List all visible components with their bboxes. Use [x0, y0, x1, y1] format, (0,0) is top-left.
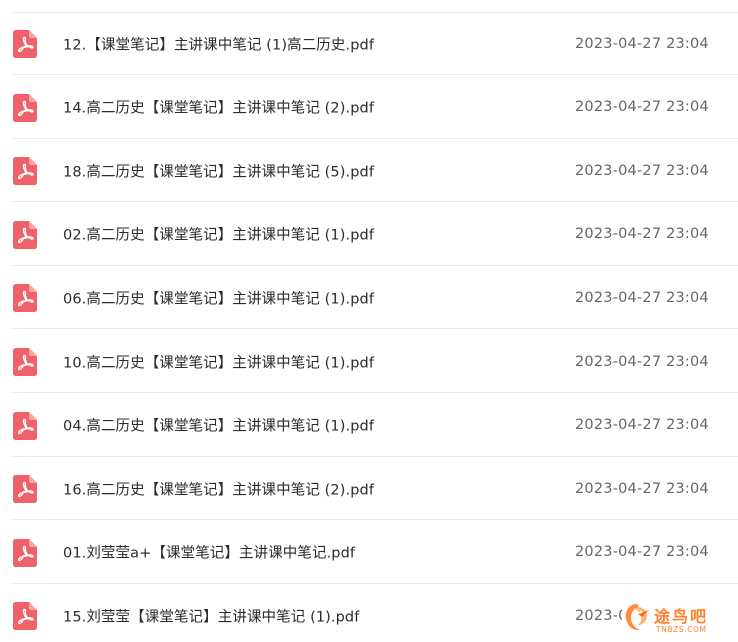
file-row[interactable]: 06.高二历史【课堂笔记】主讲课中笔记 (1).pdf 2023-04-27 23… — [0, 266, 738, 330]
pdf-file-icon — [13, 348, 37, 376]
file-modified-date: 2023-04-27 23:04 — [575, 417, 709, 434]
file-name[interactable]: 15.刘莹莹【课堂笔记】主讲课中笔记 (1).pdf — [63, 605, 359, 626]
pdf-file-icon — [13, 93, 37, 122]
watermark-subtext: TNBZS.COM — [656, 625, 707, 634]
file-name[interactable]: 10.高二历史【课堂笔记】主讲课中笔记 (1).pdf — [63, 351, 374, 372]
file-name[interactable]: 14.高二历史【课堂笔记】主讲课中笔记 (2).pdf — [63, 97, 374, 118]
file-row[interactable]: 18.高二历史【课堂笔记】主讲课中笔记 (5).pdf 2023-04-27 23… — [0, 139, 738, 203]
file-modified-date: 2023-04-27 23:04 — [575, 480, 709, 497]
file-list: 12.【课堂笔记】主讲课中笔记 (1)高二历史.pdf 2023-04-27 23… — [0, 0, 738, 642]
file-modified-date: 2023-04-27 23:04 — [575, 35, 709, 52]
file-row[interactable]: 01.刘莹莹a+【课堂笔记】主讲课中笔记.pdf 2023-04-27 23:04 — [0, 521, 738, 584]
pdf-file-icon — [13, 284, 37, 313]
file-name[interactable]: 02.高二历史【课堂笔记】主讲课中笔记 (1).pdf — [63, 224, 374, 245]
file-modified-date: 2023-04-27 23:04 — [575, 353, 709, 370]
pdf-file-icon — [13, 220, 37, 249]
file-modified-date: 2023-04-27 23:04 — [575, 162, 709, 179]
file-name[interactable]: 04.高二历史【课堂笔记】主讲课中笔记 (1).pdf — [63, 415, 374, 436]
watermark-text: 途鸟吧 — [654, 607, 709, 626]
pdf-file-icon — [13, 538, 37, 567]
file-name[interactable]: 12.【课堂笔记】主讲课中笔记 (1)高二历史.pdf — [63, 33, 374, 54]
file-row[interactable]: 12.【课堂笔记】主讲课中笔记 (1)高二历史.pdf 2023-04-27 23… — [0, 12, 738, 75]
pdf-file-icon — [13, 602, 37, 631]
bird-logo-icon — [622, 600, 652, 636]
pdf-file-icon — [13, 475, 37, 504]
file-row[interactable]: 10.高二历史【课堂笔记】主讲课中笔记 (1).pdf 2023-04-27 23… — [0, 330, 738, 393]
site-watermark: 途鸟吧 TNBZS.COM — [622, 598, 734, 640]
file-name[interactable]: 01.刘莹莹a+【课堂笔记】主讲课中笔记.pdf — [63, 542, 355, 563]
pdf-file-icon — [13, 30, 37, 58]
file-name[interactable]: 16.高二历史【课堂笔记】主讲课中笔记 (2).pdf — [63, 478, 374, 499]
file-modified-date: 2023-04-27 23:04 — [575, 226, 709, 243]
file-row[interactable]: 04.高二历史【课堂笔记】主讲课中笔记 (1).pdf 2023-04-27 23… — [0, 394, 738, 457]
pdf-file-icon — [13, 157, 37, 186]
file-row[interactable]: 16.高二历史【课堂笔记】主讲课中笔记 (2).pdf 2023-04-27 23… — [0, 457, 738, 521]
file-name[interactable]: 18.高二历史【课堂笔记】主讲课中笔记 (5).pdf — [63, 160, 374, 181]
file-name[interactable]: 06.高二历史【课堂笔记】主讲课中笔记 (1).pdf — [63, 287, 374, 308]
file-modified-date: 2023-04-27 23:04 — [575, 544, 709, 561]
file-modified-date: 2023-04-27 23:04 — [575, 289, 709, 306]
file-row[interactable]: 02.高二历史【课堂笔记】主讲课中笔记 (1).pdf 2023-04-27 23… — [0, 203, 738, 266]
file-row[interactable]: 14.高二历史【课堂笔记】主讲课中笔记 (2).pdf 2023-04-27 23… — [0, 76, 738, 139]
pdf-file-icon — [13, 411, 37, 440]
file-modified-date: 2023-04-27 23:04 — [575, 99, 709, 116]
